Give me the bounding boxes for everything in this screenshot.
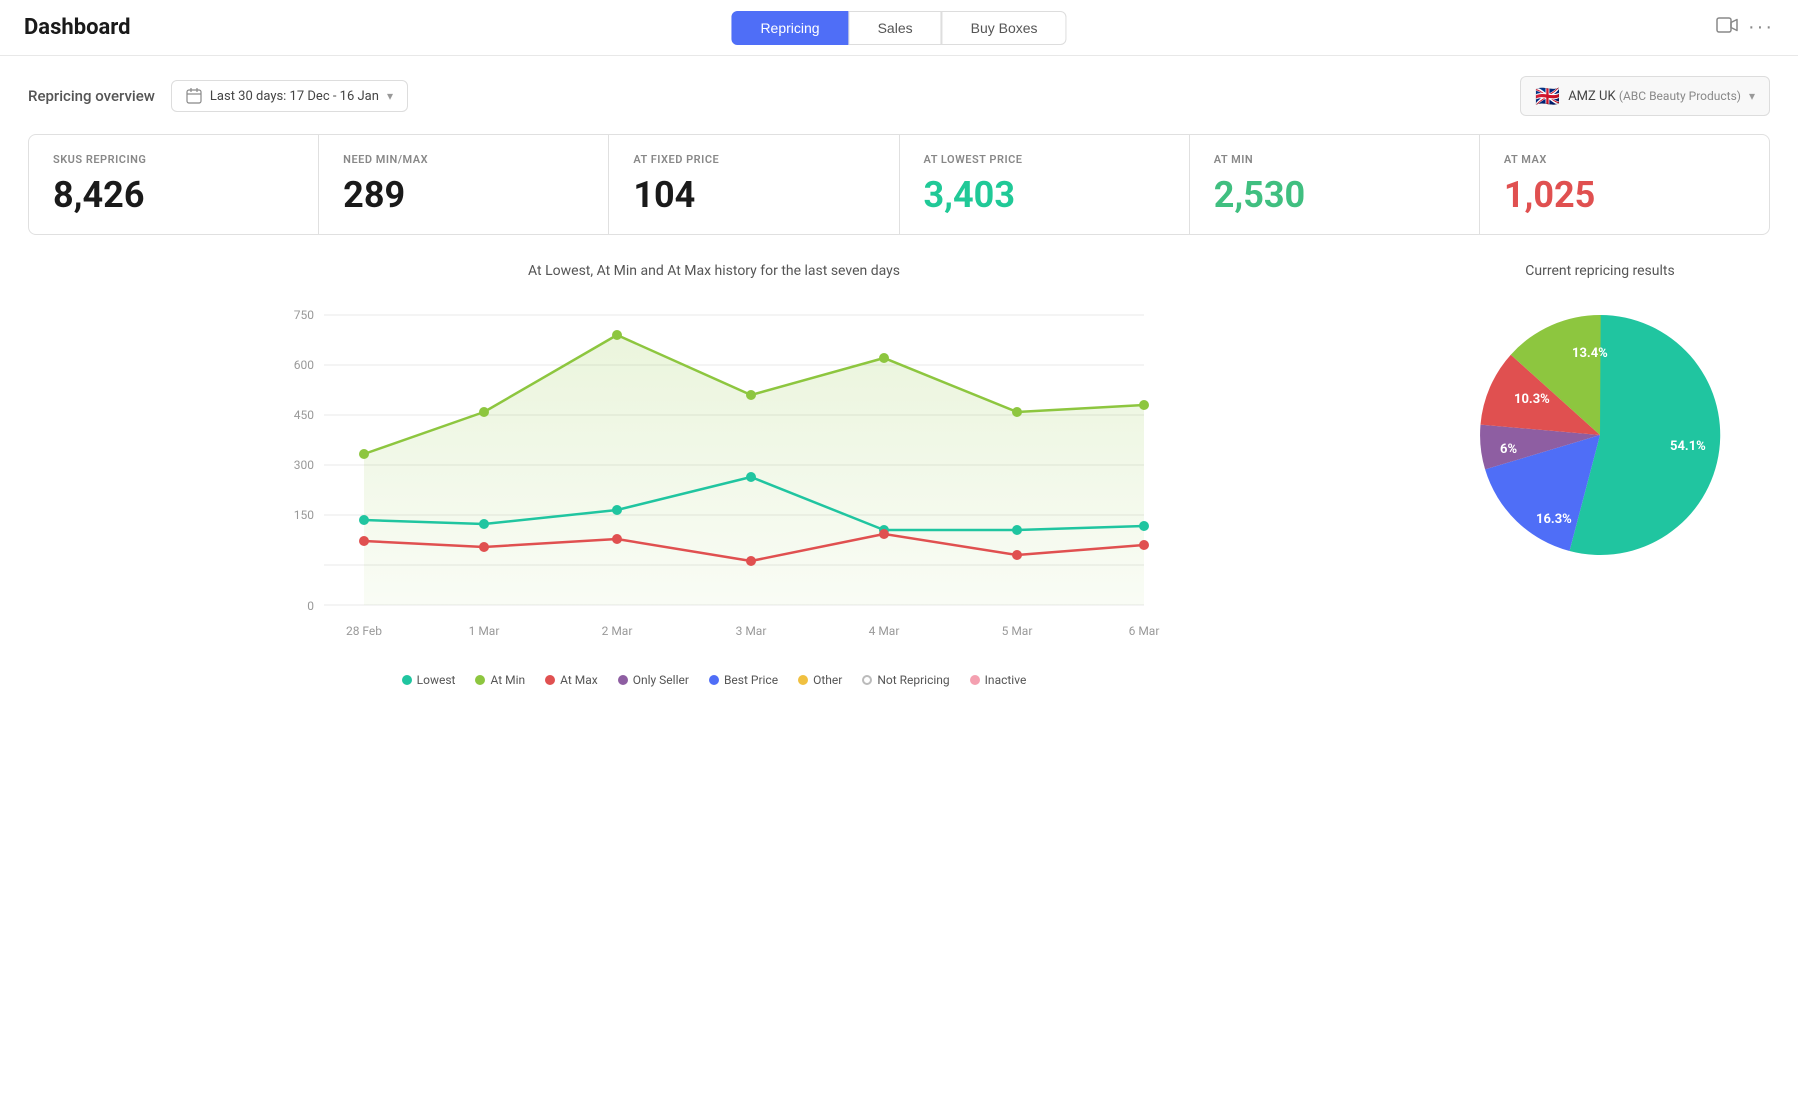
pie-chart-container: 54.1% 16.3% 6% 10.3% (1430, 295, 1770, 575)
top-navigation: Repricing Sales Buy Boxes (731, 11, 1066, 45)
line-chart-section: At Lowest, At Min and At Max history for… (28, 263, 1400, 687)
pie-label-purple: 6% (1500, 442, 1517, 457)
svg-text:450: 450 (294, 408, 314, 422)
legend-dot-atmax (545, 675, 555, 685)
stat-fixed-price: AT FIXED PRICE 104 (609, 135, 899, 234)
tab-buy-boxes[interactable]: Buy Boxes (942, 11, 1067, 45)
chart-legend: Lowest At Min At Max Only Seller Best Pr… (28, 673, 1400, 687)
pie-label-teal: 54.1% (1670, 439, 1706, 454)
stat-label-atmax: AT MAX (1504, 153, 1745, 166)
overview-header: Repricing overview Last 30 days: 17 Dec … (28, 76, 1770, 116)
stat-value-atmax: 1,025 (1504, 174, 1745, 216)
calendar-icon (186, 88, 202, 104)
stat-value-minmax: 289 (343, 174, 584, 216)
legend-other: Other (798, 673, 842, 687)
pie-chart-section: Current repricing results (1430, 263, 1770, 687)
legend-dot-inactive (970, 675, 980, 685)
line-chart-svg: 750 600 450 300 150 0 28 Feb 1 Mar 2 Mar… (28, 295, 1400, 655)
stat-at-max: AT MAX 1,025 (1480, 135, 1769, 234)
marketplace-name: AMZ UK (1568, 89, 1615, 104)
marketplace-selector[interactable]: 🇬🇧 AMZ UK (ABC Beauty Products) ▾ (1520, 76, 1770, 116)
tab-sales[interactable]: Sales (849, 11, 942, 45)
svg-text:150: 150 (294, 508, 314, 522)
svg-text:0: 0 (307, 599, 314, 613)
svg-text:300: 300 (294, 458, 314, 472)
svg-text:28 Feb: 28 Feb (346, 624, 382, 638)
stat-need-minmax: NEED MIN/MAX 289 (319, 135, 609, 234)
stat-value-skus: 8,426 (53, 174, 294, 216)
line-chart-title: At Lowest, At Min and At Max history for… (28, 263, 1400, 279)
legend-label-onlyseller: Only Seller (633, 673, 689, 687)
svg-text:6 Mar: 6 Mar (1129, 624, 1160, 638)
date-range-label: Last 30 days: 17 Dec - 16 Jan (210, 89, 379, 104)
overview-title: Repricing overview (28, 87, 155, 105)
chevron-down-icon: ▾ (387, 89, 393, 103)
legend-atmax: At Max (545, 673, 598, 687)
svg-text:4 Mar: 4 Mar (869, 624, 900, 638)
legend-label-lowest: Lowest (417, 673, 456, 687)
legend-label-inactive: Inactive (985, 673, 1027, 687)
charts-row: At Lowest, At Min and At Max history for… (28, 263, 1770, 687)
legend-atmin: At Min (475, 673, 525, 687)
legend-notrepricing: Not Repricing (862, 673, 949, 687)
stat-skus-repricing: SKUS REPRICING 8,426 (29, 135, 319, 234)
more-options-button[interactable]: ··· (1748, 16, 1774, 39)
pie-chart-svg: 54.1% 16.3% 6% 10.3% (1460, 295, 1740, 575)
legend-dot-lowest (402, 675, 412, 685)
stat-label-minmax: NEED MIN/MAX (343, 153, 584, 166)
stat-label-lowest: AT LOWEST PRICE (924, 153, 1165, 166)
overview-left: Repricing overview Last 30 days: 17 Dec … (28, 80, 408, 112)
legend-label-other: Other (813, 673, 842, 687)
uk-flag-icon: 🇬🇧 (1535, 84, 1560, 108)
pie-label-red: 10.3% (1514, 392, 1550, 407)
video-icon-button[interactable] (1716, 14, 1738, 41)
legend-inactive: Inactive (970, 673, 1027, 687)
legend-dot-notrepricing (862, 675, 872, 685)
legend-label-notrepricing: Not Repricing (877, 673, 949, 687)
legend-dot-bestprice (709, 675, 719, 685)
legend-dot-atmin (475, 675, 485, 685)
legend-label-atmin: At Min (490, 673, 525, 687)
legend-dot-other (798, 675, 808, 685)
svg-text:5 Mar: 5 Mar (1002, 624, 1033, 638)
pie-label-green: 13.4% (1572, 346, 1608, 361)
svg-text:2 Mar: 2 Mar (602, 624, 633, 638)
legend-bestprice: Best Price (709, 673, 778, 687)
legend-label-bestprice: Best Price (724, 673, 778, 687)
video-icon (1716, 14, 1738, 36)
marketplace-sub: (ABC Beauty Products) (1619, 89, 1741, 103)
pie-chart-title: Current repricing results (1430, 263, 1770, 279)
svg-text:3 Mar: 3 Mar (736, 624, 767, 638)
stat-label-atmin: AT MIN (1214, 153, 1455, 166)
tab-repricing[interactable]: Repricing (731, 11, 848, 45)
line-chart-container: 750 600 450 300 150 0 28 Feb 1 Mar 2 Mar… (28, 295, 1400, 655)
stat-lowest-price: AT LOWEST PRICE 3,403 (900, 135, 1190, 234)
legend-label-atmax: At Max (560, 673, 598, 687)
page-title: Dashboard (24, 15, 131, 40)
date-picker[interactable]: Last 30 days: 17 Dec - 16 Jan ▾ (171, 80, 408, 112)
top-bar: Dashboard Repricing Sales Buy Boxes ··· (0, 0, 1798, 56)
svg-text:600: 600 (294, 358, 314, 372)
stat-label-skus: SKUS REPRICING (53, 153, 294, 166)
stat-label-fixed: AT FIXED PRICE (633, 153, 874, 166)
marketplace-label: AMZ UK (ABC Beauty Products) (1568, 89, 1741, 104)
stat-value-atmin: 2,530 (1214, 174, 1455, 216)
stat-value-lowest: 3,403 (924, 174, 1165, 216)
marketplace-chevron-icon: ▾ (1749, 89, 1755, 103)
stat-value-fixed: 104 (633, 174, 874, 216)
legend-dot-onlyseller (618, 675, 628, 685)
main-content: Repricing overview Last 30 days: 17 Dec … (0, 56, 1798, 707)
stats-row: SKUS REPRICING 8,426 NEED MIN/MAX 289 AT… (28, 134, 1770, 235)
pie-label-blue: 16.3% (1536, 512, 1572, 527)
legend-onlyseller: Only Seller (618, 673, 689, 687)
stat-at-min: AT MIN 2,530 (1190, 135, 1480, 234)
legend-lowest: Lowest (402, 673, 456, 687)
svg-text:1 Mar: 1 Mar (469, 624, 500, 638)
top-bar-actions: ··· (1716, 14, 1774, 41)
svg-text:750: 750 (294, 308, 314, 322)
